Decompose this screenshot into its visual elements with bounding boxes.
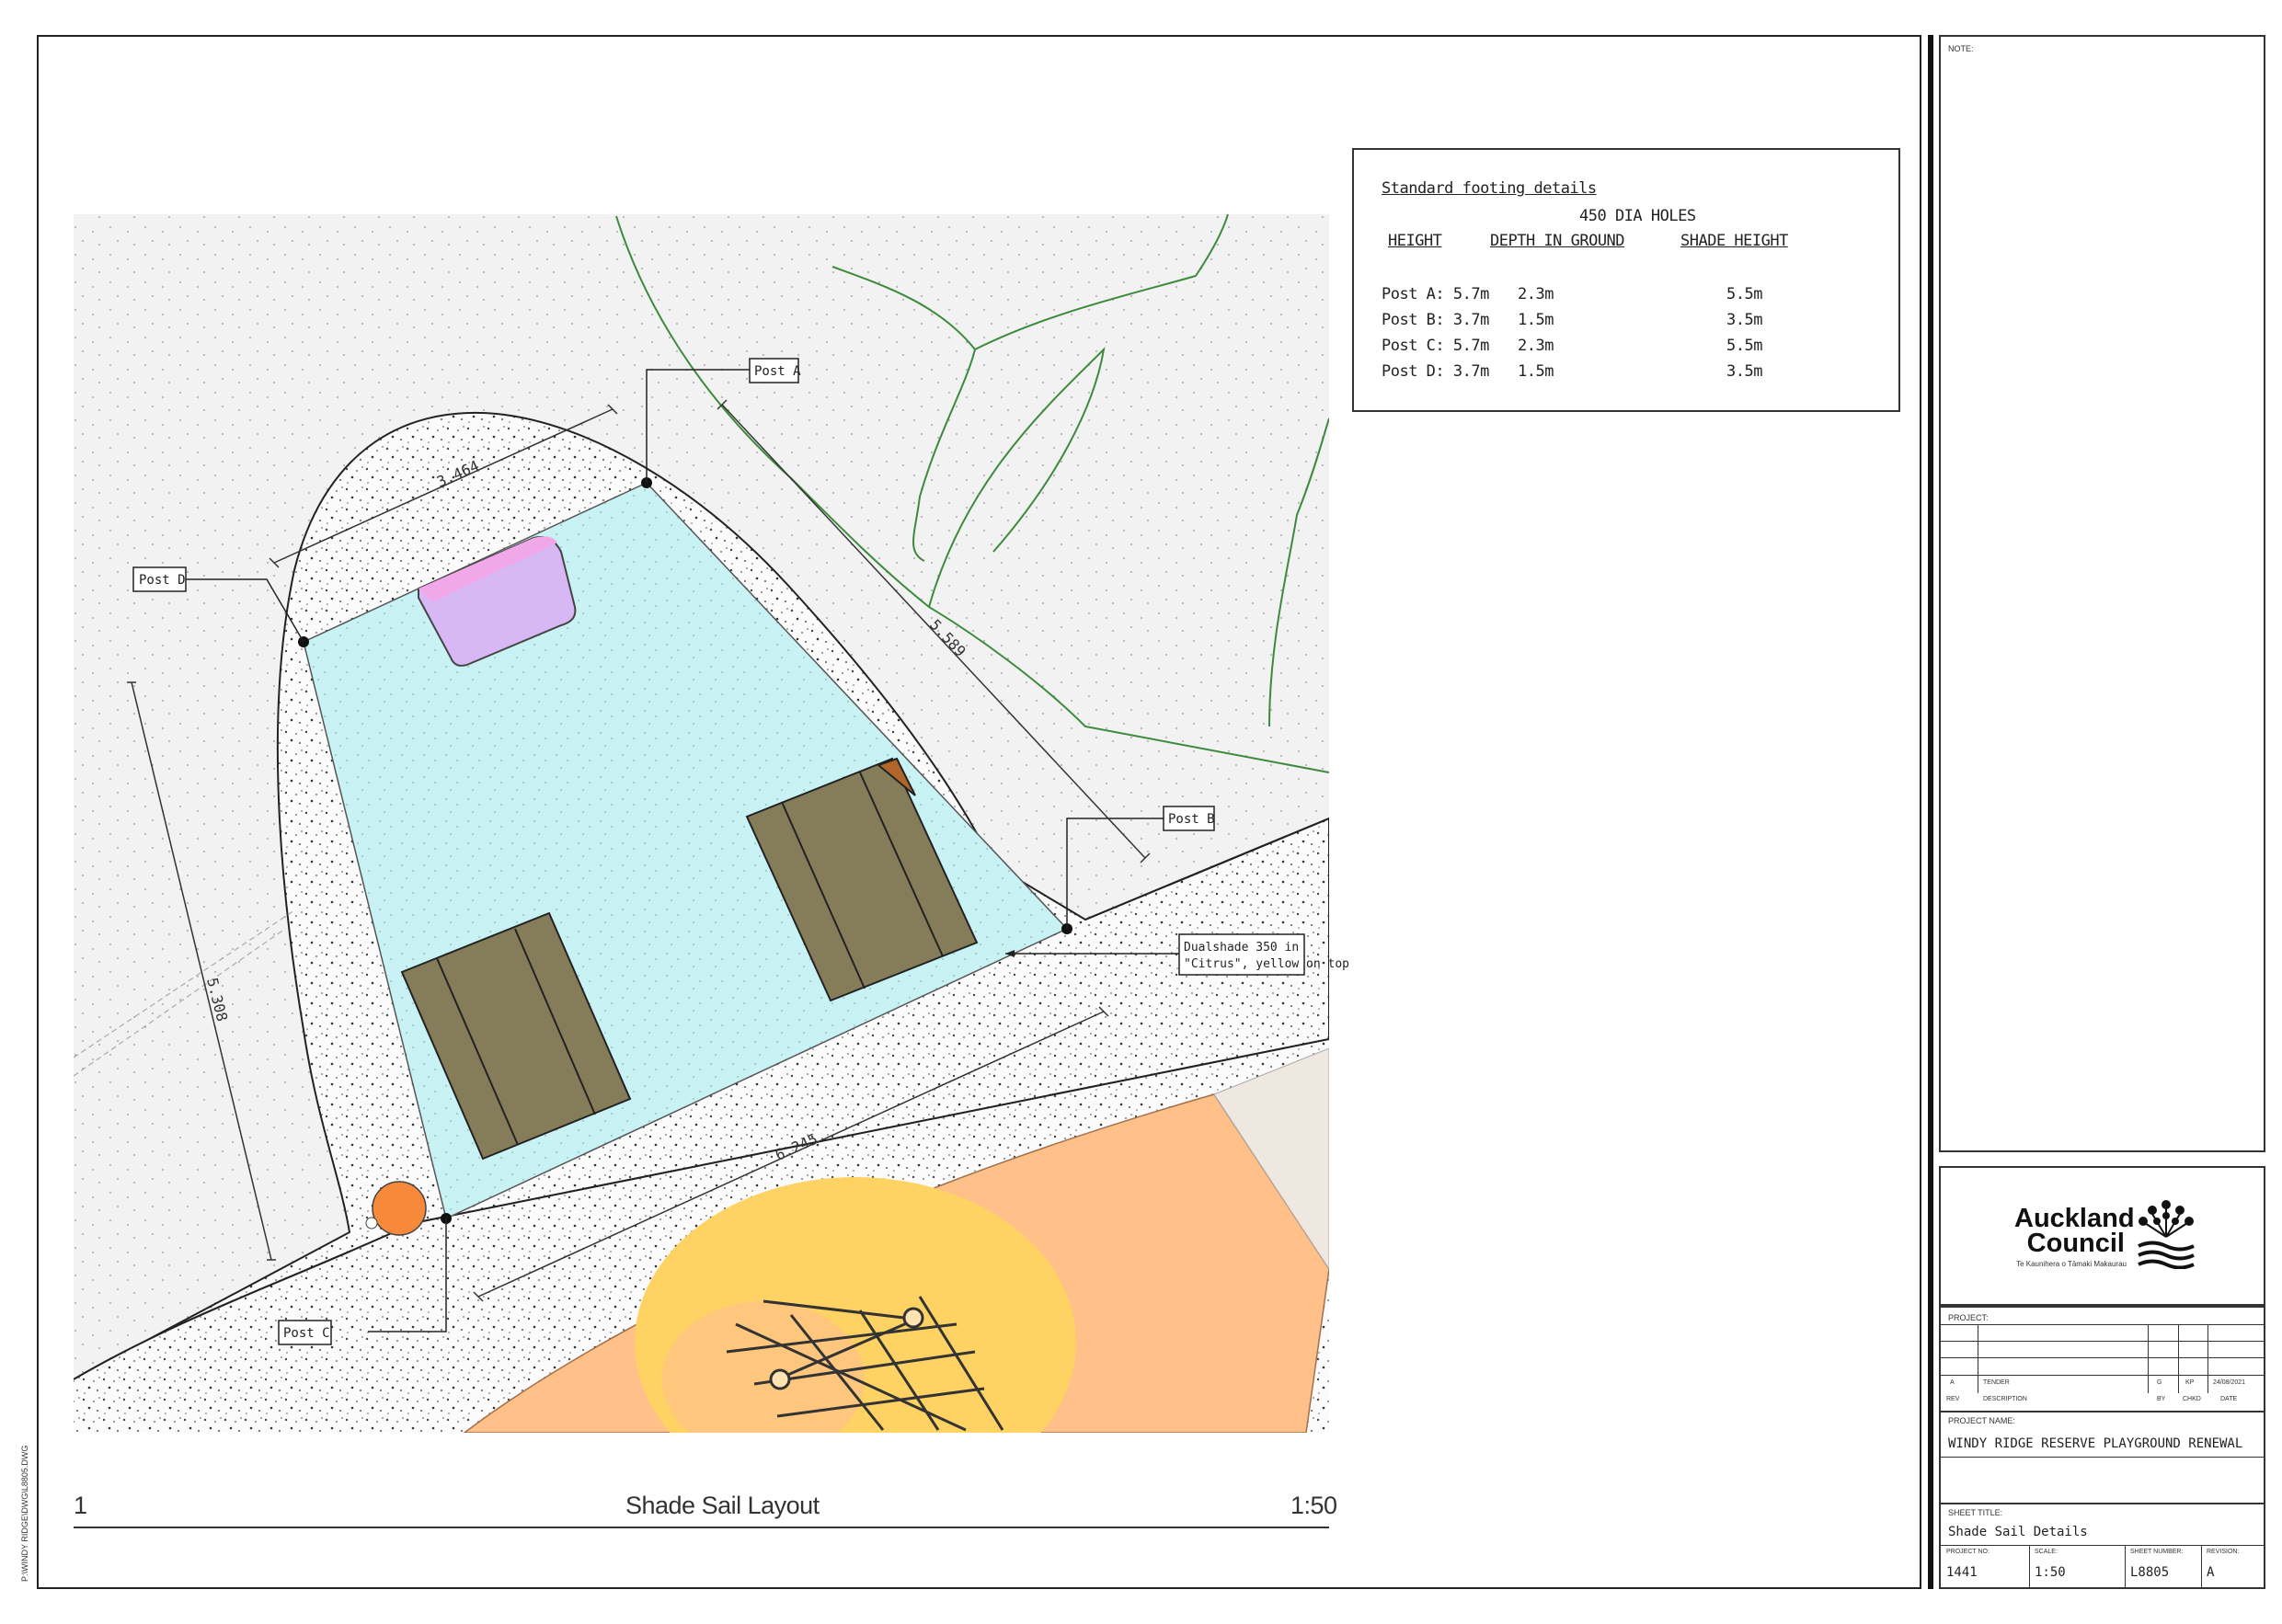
row-d-depth: 1.5m (1518, 362, 1554, 381)
row-a-post: Post A: 5.7m (1382, 285, 1489, 303)
chkd-header: CHKD (2183, 1396, 2201, 1402)
orange-marker (372, 1181, 427, 1236)
note-panel: NOTE: (1939, 35, 2265, 1152)
desc-header: DESCRIPTION (1983, 1396, 2027, 1402)
rev-desc-cell: TENDER (1983, 1379, 2010, 1386)
row-b-depth: 1.5m (1518, 311, 1554, 329)
sheet-title-label: SHEET TITLE: (1948, 1508, 2003, 1517)
row-c-shade: 5.5m (1726, 337, 1762, 355)
project-no-label: PROJECT NO: (1946, 1549, 1990, 1555)
rev-chkd-cell: KP (2185, 1379, 2195, 1386)
sheet-no-label: SHEET NUMBER: (2130, 1549, 2184, 1555)
sheet-title: Shade Sail Details (1948, 1525, 2088, 1539)
row-b-shade: 3.5m (1726, 311, 1762, 329)
scale-value: 1:50 (2035, 1565, 2066, 1580)
row-c-depth: 2.3m (1518, 337, 1554, 355)
row-a-shade: 5.5m (1726, 285, 1762, 303)
row-d-shade: 3.5m (1726, 362, 1762, 381)
footing-details-table: Standard footing details 450 DIA HOLES H… (1352, 148, 1900, 412)
label-post-b: Post B (1168, 812, 1215, 827)
project-label: PROJECT: (1948, 1313, 1989, 1322)
file-path-vertical: P:\WINDY RIDGE\DWG\L8805.DWG (20, 1445, 29, 1582)
title-underline (74, 1527, 1329, 1528)
note-label: NOTE: (1948, 44, 1974, 53)
row-b-post: Post B: 3.7m (1382, 311, 1489, 329)
row-c-post: Post C: 5.7m (1382, 337, 1489, 355)
label-product-line1: Dualshade 350 in (1184, 941, 1299, 955)
row-a-depth: 2.3m (1518, 285, 1554, 303)
rev-cell: A (1950, 1379, 1955, 1386)
rev-by-cell: G (2157, 1379, 2162, 1386)
label-post-c: Post C (283, 1326, 330, 1341)
sheet-no: L8805 (2130, 1565, 2170, 1580)
title-block: PROJECT: A TENDER G KP 24/08/2021 REV DE… (1939, 1306, 2265, 1589)
project-name: WINDY RIDGE RESERVE PLAYGROUND RENEWAL (1948, 1436, 2243, 1451)
logo-subtitle: Te Kaunihera o Tāmaki Makaurau (2016, 1260, 2127, 1268)
view-scale: 1:50 (1290, 1492, 1337, 1519)
date-header: DATE (2220, 1396, 2238, 1402)
logo-panel: Auckland Council Te Kaunihera o Tāmaki M… (1939, 1166, 2265, 1306)
project-name-label: PROJECT NAME: (1948, 1416, 2015, 1425)
revision-value: A (2207, 1565, 2215, 1580)
header-shade-height: SHADE HEIGHT (1680, 232, 1788, 250)
logo-line2: Council (2026, 1229, 2125, 1258)
footing-subtitle: 450 DIA HOLES (1579, 207, 1696, 225)
scale-label: SCALE: (2035, 1549, 2058, 1555)
view-number: 1 (74, 1492, 87, 1519)
project-no: 1441 (1946, 1565, 1978, 1580)
view-title: Shade Sail Layout (625, 1492, 820, 1519)
row-d-post: Post D: 3.7m (1382, 362, 1489, 381)
label-product-line2: "Citrus", yellow on top (1184, 957, 1349, 971)
header-height: HEIGHT (1388, 232, 1442, 250)
by-header: BY (2157, 1396, 2166, 1402)
label-post-d: Post D (139, 573, 186, 588)
rev-header: REV (1946, 1396, 1960, 1402)
rev-date-cell: 24/08/2021 (2213, 1379, 2246, 1386)
header-depth: DEPTH IN GROUND (1490, 232, 1625, 250)
logo-line1: Auckland (2014, 1204, 2135, 1233)
footing-title: Standard footing details (1382, 179, 1597, 198)
logo-text: Auckland Council (2014, 1204, 2135, 1258)
pohutukawa-logo-icon (2138, 1200, 2195, 1269)
label-post-a: Post A (754, 364, 801, 379)
revision-label: REVISION: (2207, 1549, 2240, 1555)
